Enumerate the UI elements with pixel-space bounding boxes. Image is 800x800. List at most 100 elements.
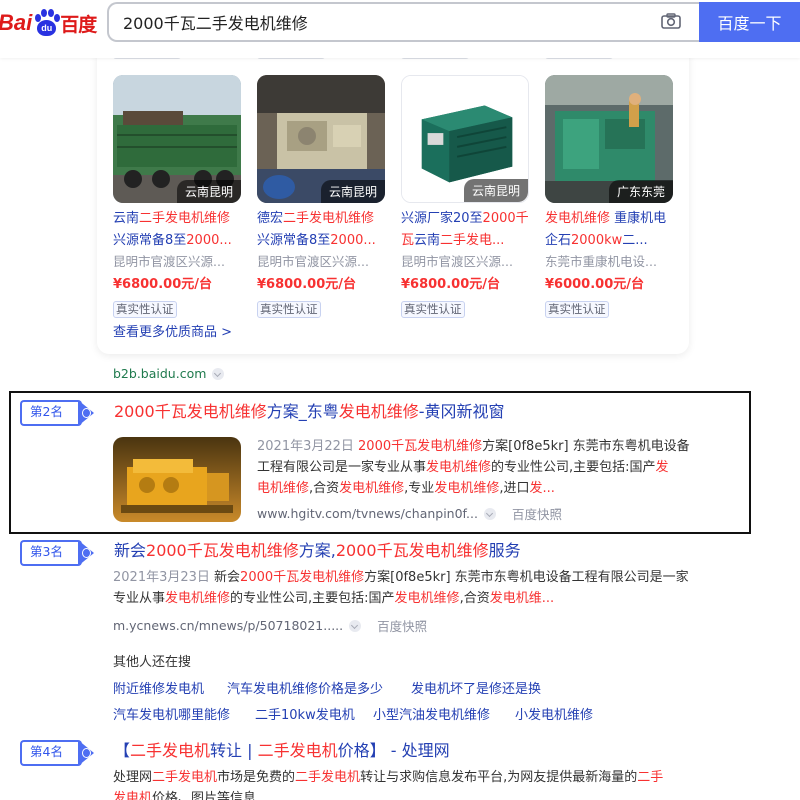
product-location: 广东东莞	[608, 180, 673, 203]
result-url[interactable]: m.ycnews.cn/mnews/p/50718021..... 百度快照	[113, 616, 427, 635]
text-segment: 兴源常备8至	[113, 233, 187, 248]
dropdown-icon[interactable]	[483, 507, 496, 520]
product-item[interactable]: 云南昆明 云南二手发电机维修兴源常备8至2000... 昆明市官渡区兴源... …	[113, 75, 243, 318]
keyword-highlight: 2000千瓦发电机维修	[335, 541, 489, 560]
text-segment: 兴源常备8至	[257, 233, 331, 248]
product-title[interactable]: 德宏二手发电机维修兴源常备8至2000...	[257, 208, 385, 252]
product-title[interactable]: 发电机维修 重康机电企石2000kw二...	[545, 208, 673, 252]
search-button[interactable]: 百度一下	[699, 2, 800, 42]
result-url[interactable]: www.hgitv.com/tvnews/chanpin0f... 百度快照	[257, 504, 562, 523]
result-thumbnail[interactable]	[113, 437, 241, 522]
related-search-link[interactable]: 小发电机维修	[515, 704, 593, 723]
more-products-link[interactable]: 查看更多优质商品 >	[113, 321, 232, 340]
text-segment: 德宏	[257, 211, 284, 226]
result-title[interactable]: 【二手发电机转让 | 二手发电机价格】 - 处理网	[114, 739, 450, 763]
text-segment: 服务	[488, 541, 521, 560]
rank-label: 第3名	[30, 544, 63, 559]
snapshot-link[interactable]: 百度快照	[512, 504, 562, 523]
result-url-text: www.hgitv.com/tvnews/chanpin0f...	[257, 506, 478, 521]
text-segment: 的专业性公司,主要包括:国产	[230, 591, 395, 606]
keyword-highlight: 发电机维修	[338, 402, 419, 421]
keyword-highlight: 发电机维修	[426, 460, 492, 475]
text-segment: 方案[0f8e5kr] 东莞市东粤机电设备	[482, 439, 690, 454]
keyword-highlight: 2000千瓦发电机维修	[358, 439, 483, 454]
abstract-line: 处理网二手发电机市场是免费的二手发电机转让与求购信息发布平台,为网友提供最新海量…	[113, 767, 673, 788]
product-title[interactable]: 兴源厂家20至2000千瓦云南二手发电...	[401, 208, 529, 252]
product-image[interactable]: 云南昆明	[113, 75, 241, 203]
snapshot-link[interactable]: 百度快照	[377, 616, 427, 635]
result-abstract: 处理网二手发电机市场是免费的二手发电机转让与求购信息发布平台,为网友提供最新海量…	[113, 767, 673, 800]
result-abstract: 2021年3月22日 2000千瓦发电机维修方案[0f8e5kr] 东莞市东粤机…	[257, 436, 690, 499]
rank-icon	[82, 408, 91, 418]
text-segment: 的专业性公司,主要包括:国产	[491, 460, 656, 475]
text-segment: 处理网	[113, 770, 153, 785]
product-title[interactable]: 云南二手发电机维修兴源常备8至2000...	[113, 208, 241, 252]
product-image[interactable]: 广东东莞	[545, 75, 673, 203]
text-segment: -黄冈新视窗	[418, 402, 505, 421]
text-segment: 兴源厂家20至	[401, 211, 483, 226]
related-search-link[interactable]: 小型汽油发电机维修	[373, 704, 490, 723]
rank-icon	[82, 748, 91, 758]
abstract-line: 电机维修,合资发电机维修,专业发电机维修,进口发...	[257, 478, 677, 499]
product-price: ¥6800.00元/台	[257, 277, 357, 292]
keyword-highlight: 2000千瓦发电机维修	[146, 541, 299, 560]
camera-icon[interactable]	[661, 13, 681, 29]
product-image[interactable]: 云南昆明	[401, 75, 529, 203]
keyword-highlight: 发电机维修	[434, 481, 500, 496]
keyword-highlight: 二手发电机	[295, 770, 361, 785]
keyword-highlight: 二手发电机	[257, 741, 338, 760]
result-date: 2021年3月22日	[257, 439, 359, 454]
related-search-link[interactable]: 附近维修发电机	[113, 678, 204, 697]
text-segment: 转让 |	[210, 741, 258, 760]
verified-badge: 真实性认证	[401, 301, 465, 318]
related-search-link[interactable]: 二手10kw发电机	[255, 704, 355, 723]
keyword-highlight: 发电机维修	[394, 591, 460, 606]
result-title[interactable]: 新会2000千瓦发电机维修方案,2000千瓦发电机维修服务	[114, 539, 521, 563]
text-segment: ,进口	[499, 481, 530, 496]
text-segment: ,合资	[309, 481, 340, 496]
keyword-highlight: 二手	[637, 770, 664, 785]
product-location: 云南昆明	[320, 180, 385, 203]
header: Bai du 百度 百度一下	[0, 0, 800, 58]
text-segment: ,专业	[404, 481, 435, 496]
logo-cn-text: 百度	[60, 13, 97, 36]
logo-text: Bai	[0, 10, 33, 35]
search-input[interactable]	[123, 4, 643, 40]
text-segment: 专业从事	[113, 591, 166, 606]
text-segment: 方案,	[298, 541, 336, 560]
product-seller: 昆明市官渡区兴源...	[257, 254, 369, 269]
result-abstract: 2021年3月23日 新会2000千瓦发电机维修方案[0f8e5kr] 东莞市东…	[113, 567, 689, 609]
result-date: 2021年3月23日	[113, 570, 215, 585]
keyword-highlight: 2000kw	[571, 233, 623, 248]
keyword-highlight: 2000...	[186, 233, 232, 248]
keyword-highlight: 电机维修	[257, 481, 310, 496]
keyword-highlight: 发电机维...	[489, 591, 555, 606]
verified-badge: 真实性认证	[545, 301, 609, 318]
abstract-line: 工程有限公司是一家专业从事发电机维修的专业性公司,主要包括:国产发	[257, 457, 677, 478]
text-segment: 价格、图片等信息	[152, 791, 257, 800]
text-segment: 转让与求购信息发布平台,为网友提供最新海量的	[360, 770, 638, 785]
text-segment: 新会	[214, 570, 241, 585]
baidu-logo[interactable]: Bai du 百度	[0, 5, 97, 41]
text-segment: 【	[114, 741, 131, 760]
text-segment: 云南	[113, 211, 140, 226]
related-search-link[interactable]: 汽车发电机维修价格是多少	[227, 678, 383, 697]
rank-label: 第2名	[30, 404, 63, 419]
dropdown-icon[interactable]	[349, 619, 362, 632]
abstract-line: 发电机价格、图片等信息	[113, 788, 673, 800]
product-item[interactable]: 云南昆明 兴源厂家20至2000千瓦云南二手发电... 昆明市官渡区兴源... …	[401, 75, 531, 318]
keyword-highlight: 二手发电机	[130, 741, 211, 760]
source-link[interactable]: b2b.baidu.com	[113, 366, 225, 381]
dropdown-icon[interactable]	[212, 367, 225, 380]
product-item[interactable]: 广东东莞 发电机维修 重康机电企石2000kw二... 东莞市重康机电设... …	[545, 75, 675, 318]
product-image[interactable]: 云南昆明	[257, 75, 385, 203]
product-price: ¥6800.00元/台	[113, 277, 213, 292]
product-price: ¥6000.00元/台	[545, 277, 645, 292]
related-search-link[interactable]: 汽车发电机哪里能修	[113, 704, 230, 723]
keyword-highlight: 发...	[529, 481, 555, 496]
keyword-highlight: 二手发电机维修	[283, 211, 375, 226]
result-title[interactable]: 2000千瓦发电机维修方案_东粤发电机维修-黄冈新视窗	[114, 400, 505, 424]
product-item[interactable]: 云南昆明 德宏二手发电机维修兴源常备8至2000... 昆明市官渡区兴源... …	[257, 75, 387, 318]
related-search-link[interactable]: 发电机坏了是修还是换	[411, 678, 541, 697]
keyword-highlight: 发电机维修	[545, 211, 611, 226]
